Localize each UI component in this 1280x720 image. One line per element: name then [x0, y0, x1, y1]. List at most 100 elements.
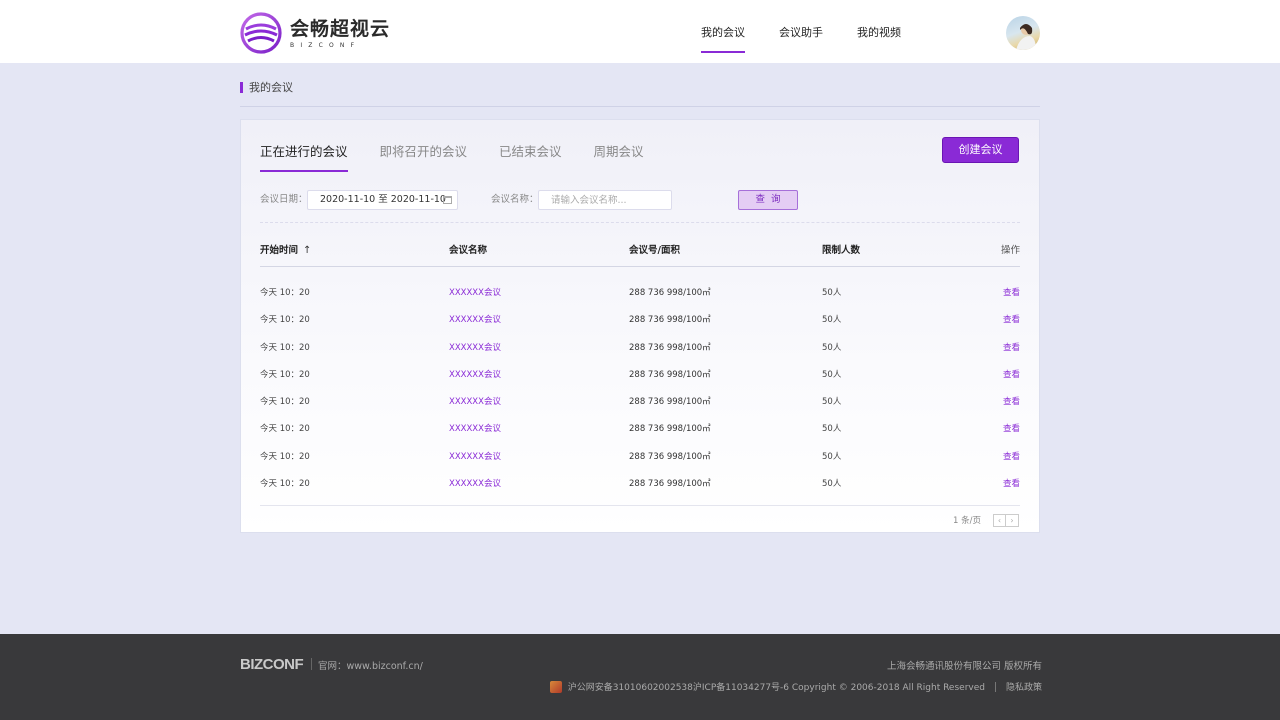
row-start-time: 今天 10：20 [260, 342, 310, 353]
calendar-icon [443, 196, 452, 204]
row-view-link[interactable]: 查看 [1003, 477, 1020, 489]
row-view-link[interactable]: 查看 [1003, 395, 1020, 407]
row-meeting-name-link[interactable]: XXXXXX会议 [449, 313, 501, 325]
user-avatar[interactable] [1006, 16, 1040, 50]
row-participant-limit: 50人 [822, 288, 842, 298]
nav-my-videos[interactable]: 我的视频 [857, 0, 901, 63]
query-button[interactable]: 查询 [738, 190, 798, 210]
row-view-link[interactable]: 查看 [1003, 341, 1020, 353]
row-meeting-name-link[interactable]: XXXXXX会议 [449, 422, 501, 434]
top-header: 会畅超视云 BIZCONF 我的会议 会议助手 我的视频 [0, 0, 1280, 63]
legal-divider [994, 681, 996, 692]
row-meeting-name-link[interactable]: XXXXXX会议 [449, 286, 501, 298]
pagination-divider [260, 505, 1020, 506]
row-meeting-name-link[interactable]: XXXXXX会议 [449, 395, 501, 407]
company-copyright: 上海会畅通讯股份有限公司 版权所有 [886, 661, 1042, 672]
privacy-policy-link[interactable]: 隐私政策 [1006, 680, 1042, 693]
tab-ongoing-meetings[interactable]: 正在进行的会议 [260, 141, 348, 172]
row-start-time: 今天 10：20 [260, 479, 310, 490]
row-start-time: 今天 10：20 [260, 315, 310, 326]
prev-page-icon[interactable]: ‹ [993, 513, 1006, 527]
table-row: 今天 10：20 XXXXXX会议 288 736 998/100㎡ 50人 查… [260, 413, 1020, 440]
footer-legal: 沪公网安备31010602002538沪ICP备11034277号-6 Copy… [549, 680, 1042, 693]
row-meeting-name-link[interactable]: XXXXXX会议 [449, 341, 501, 353]
table-row: 今天 10：20 XXXXXX会议 288 736 998/100㎡ 50人 查… [260, 332, 1020, 359]
meeting-list: 今天 10：20 XXXXXX会议 288 736 998/100㎡ 50人 查… [260, 277, 1020, 495]
row-view-link[interactable]: 查看 [1003, 313, 1020, 325]
beian-text: 沪公网安备31010602002538沪ICP备11034277号-6 Copy… [567, 683, 985, 693]
main-nav: 我的会议 会议助手 我的视频 [667, 0, 901, 63]
row-start-time: 今天 10：20 [260, 424, 310, 435]
table-row: 今天 10：20 XXXXXX会议 288 736 998/100㎡ 50人 查… [260, 441, 1020, 468]
meeting-name-input[interactable] [538, 190, 672, 210]
logo-english-name: BIZCONF [290, 41, 361, 49]
filter-bar: 会议日期： 2020-11-10 至 2020-11-10 会议名称： 查询 [260, 189, 1020, 211]
pagination: 1 条/页 ‹ › [953, 513, 1019, 527]
breadcrumb-accent-bar [240, 82, 243, 93]
create-meeting-button[interactable]: 创建会议 [942, 137, 1019, 163]
nav-meeting-assistant[interactable]: 会议助手 [779, 0, 823, 63]
row-meeting-number: 288 736 998/100㎡ [629, 342, 711, 353]
date-range-value: 2020-11-10 至 2020-11-10 [320, 194, 446, 205]
row-start-time: 今天 10：20 [260, 397, 310, 408]
row-participant-limit: 50人 [822, 451, 842, 462]
meetings-panel: 正在进行的会议 即将召开的会议 已结束会议 周期会议 创建会议 会议日期： 20… [240, 119, 1040, 533]
row-view-link[interactable]: 查看 [1003, 286, 1020, 298]
table-header: 开始时间 ↑ 会议名称 会议号/面积 限制人数 操作 [260, 240, 1020, 267]
row-view-link[interactable]: 查看 [1003, 450, 1020, 462]
row-meeting-number: 288 736 998/100㎡ [629, 369, 711, 380]
logo-text: 会畅超视云 BIZCONF [290, 18, 390, 49]
table-row: 今天 10：20 XXXXXX会议 288 736 998/100㎡ 50人 查… [260, 359, 1020, 386]
row-participant-limit: 50人 [822, 369, 842, 380]
table-row: 今天 10：20 XXXXXX会议 288 736 998/100㎡ 50人 查… [260, 468, 1020, 495]
row-meeting-number: 288 736 998/100㎡ [629, 479, 711, 490]
logo-mark-icon [240, 12, 282, 54]
row-meeting-number: 288 736 998/100㎡ [629, 288, 711, 298]
meeting-tabs: 正在进行的会议 即将召开的会议 已结束会议 周期会议 [260, 141, 676, 172]
official-site-link[interactable]: 官网：www.bizconf.cn/ [318, 658, 423, 672]
row-participant-limit: 50人 [822, 315, 842, 326]
police-badge-icon [549, 680, 562, 693]
table-row: 今天 10：20 XXXXXX会议 288 736 998/100㎡ 50人 查… [260, 304, 1020, 331]
page-size-label: 1 条/页 [953, 516, 981, 526]
breadcrumb: 我的会议 [240, 80, 1040, 107]
row-participant-limit: 50人 [822, 479, 842, 490]
header-start-time[interactable]: 开始时间 ↑ [260, 242, 311, 256]
row-view-link[interactable]: 查看 [1003, 422, 1020, 434]
avatar-image-icon [1016, 24, 1036, 50]
header-participant-limit: 限制人数 [822, 245, 861, 256]
header-meeting-number: 会议号/面积 [629, 245, 680, 256]
name-filter-label: 会议名称： [491, 194, 539, 205]
row-start-time: 今天 10：20 [260, 369, 310, 380]
header-start-time-label: 开始时间 [260, 245, 299, 256]
row-meeting-name-link[interactable]: XXXXXX会议 [449, 450, 501, 462]
row-meeting-number: 288 736 998/100㎡ [629, 397, 711, 408]
row-participant-limit: 50人 [822, 424, 842, 435]
table-row: 今天 10：20 XXXXXX会议 288 736 998/100㎡ 50人 查… [260, 386, 1020, 413]
footer-separator [311, 658, 312, 670]
header-actions: 操作 [1000, 245, 1020, 256]
row-meeting-name-link[interactable]: XXXXXX会议 [449, 477, 501, 489]
filter-divider [260, 222, 1020, 223]
row-view-link[interactable]: 查看 [1003, 368, 1020, 380]
tab-ended-meetings[interactable]: 已结束会议 [499, 141, 562, 172]
nav-my-meetings[interactable]: 我的会议 [701, 0, 745, 63]
row-participant-limit: 50人 [822, 342, 842, 353]
footer-logo: BIZCONF [240, 656, 304, 673]
row-meeting-name-link[interactable]: XXXXXX会议 [449, 368, 501, 380]
date-range-picker[interactable]: 2020-11-10 至 2020-11-10 [307, 190, 458, 210]
breadcrumb-current: 我的会议 [249, 81, 293, 94]
tab-recurring-meetings[interactable]: 周期会议 [594, 141, 644, 172]
row-meeting-number: 288 736 998/100㎡ [629, 451, 711, 462]
row-start-time: 今天 10：20 [260, 288, 310, 298]
next-page-icon[interactable]: › [1006, 513, 1019, 527]
table-row: 今天 10：20 XXXXXX会议 288 736 998/100㎡ 50人 查… [260, 277, 1020, 304]
page-footer: BIZCONF 官网：www.bizconf.cn/ 上海会畅通讯股份有限公司 … [0, 634, 1280, 720]
date-filter-label: 会议日期： [260, 194, 308, 205]
row-start-time: 今天 10：20 [260, 451, 310, 462]
row-meeting-number: 288 736 998/100㎡ [629, 315, 711, 326]
tab-upcoming-meetings[interactable]: 即将召开的会议 [380, 141, 468, 172]
sort-ascending-icon[interactable]: ↑ [303, 245, 311, 256]
logo-chinese-name: 会畅超视云 [290, 17, 391, 40]
brand-logo[interactable]: 会畅超视云 BIZCONF [240, 12, 390, 54]
